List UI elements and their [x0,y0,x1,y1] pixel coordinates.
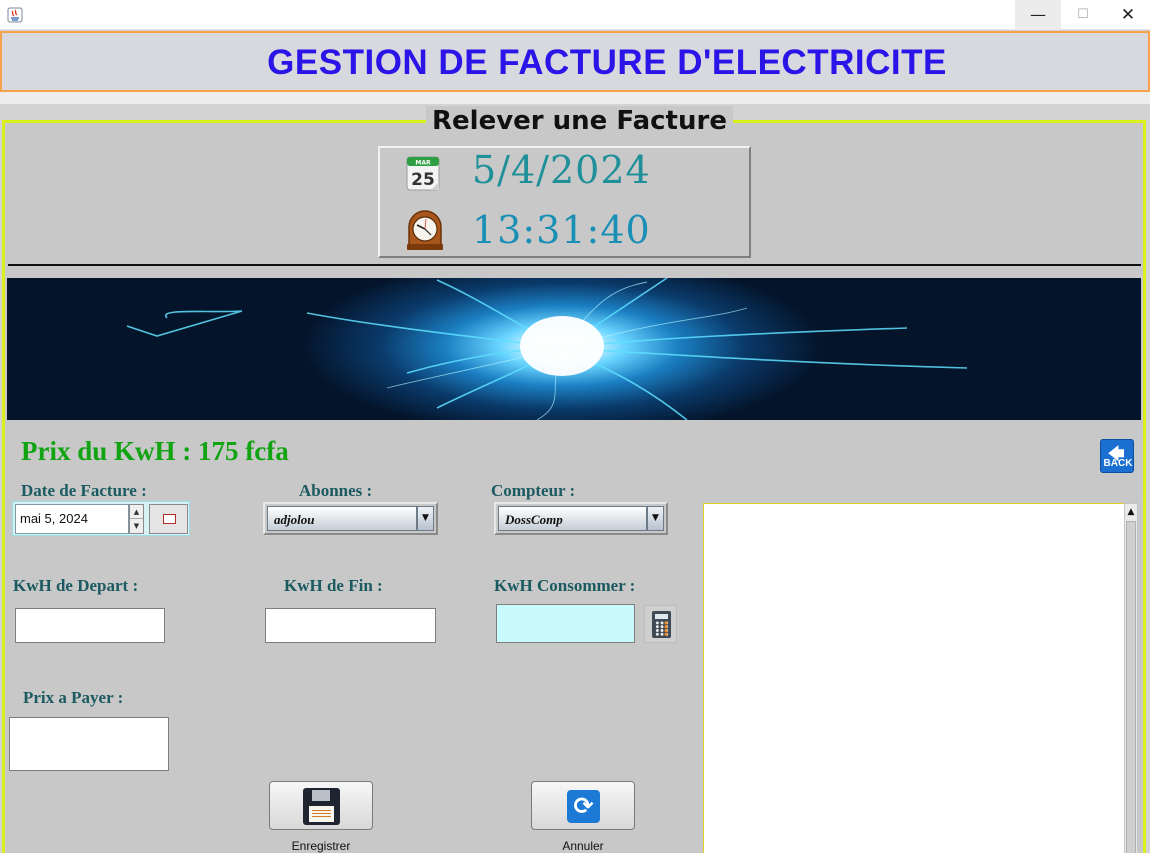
kwh-consommer-field[interactable] [496,604,635,643]
date-facture-picker: mai 5, 2024 ▲ ▼ [12,501,190,536]
open-calendar-button[interactable] [149,504,188,534]
abonnes-label: Abonnes : [299,481,373,500]
spinner-down-icon[interactable]: ▼ [130,519,143,533]
compteur-label: Compteur : [491,481,576,500]
date-facture-label: Date de Facture : [21,481,147,500]
app-title: GESTION DE FACTURE D'ELECTRICITE [267,43,947,82]
calculate-button[interactable] [644,605,677,643]
back-button-label: BACK [1103,458,1133,469]
compteur-select[interactable]: DossComp ▼ [494,502,668,535]
electric-spark-banner [7,278,1141,420]
svg-text:MAR: MAR [415,160,431,167]
refresh-icon: ⟳ [567,790,600,823]
save-button-label: Enregistrer [291,839,351,853]
facture-output-area[interactable] [703,503,1125,853]
minimize-button[interactable]: — [1015,0,1061,30]
abonnes-selected-value: adjolou [267,506,417,531]
abonnes-select[interactable]: adjolou ▼ [263,502,438,535]
maximize-button[interactable]: ☐ [1060,0,1106,30]
cancel-button[interactable]: ⟳ [531,781,635,830]
date-spinner: ▲ ▼ [129,504,144,534]
calendar-icon: MAR 25 [406,156,440,191]
window-titlebar: — ☐ ✕ [0,0,1150,30]
kwh-consommer-label: KwH Consommer : [494,576,636,595]
divider-line [8,264,1141,266]
chevron-down-icon[interactable]: ▼ [417,506,434,531]
current-time: 13:31:40 [472,208,651,252]
spark-lines [126,278,968,420]
kwh-depart-field[interactable] [15,608,165,643]
compteur-selected-value: DossComp [498,506,647,531]
java-app-icon [7,7,23,23]
calendar-small-icon [163,514,176,524]
scroll-thumb[interactable] [1126,521,1136,853]
chevron-down-icon[interactable]: ▼ [647,506,664,531]
kwh-fin-field[interactable] [265,608,436,643]
floppy-disk-icon [303,788,340,825]
clock-icon [407,210,443,250]
cancel-button-label: Annuler [562,839,604,853]
prix-payer-field[interactable] [9,717,169,771]
calculator-icon [652,611,671,638]
spinner-up-icon[interactable]: ▲ [130,505,143,519]
date-facture-input[interactable]: mai 5, 2024 [15,504,129,534]
scroll-up-icon[interactable]: ▲ [1125,504,1137,520]
svg-text:25: 25 [411,170,435,190]
panel-title: Relever une Facture [426,106,733,136]
app-header: GESTION DE FACTURE D'ELECTRICITE [0,31,1150,92]
output-scrollbar[interactable]: ▲ [1124,503,1138,853]
kwh-fin-label: KwH de Fin : [284,576,383,595]
header-divider [0,92,1150,104]
prix-payer-label: Prix a Payer : [23,688,124,707]
current-date: 5/4/2024 [472,148,651,192]
kwh-depart-label: KwH de Depart : [13,576,139,595]
back-button[interactable]: 🡄 BACK [1100,439,1134,473]
save-button[interactable] [269,781,373,830]
kwh-price-label: Prix du KwH : 175 fcfa [21,436,289,466]
close-button[interactable]: ✕ [1105,0,1150,30]
